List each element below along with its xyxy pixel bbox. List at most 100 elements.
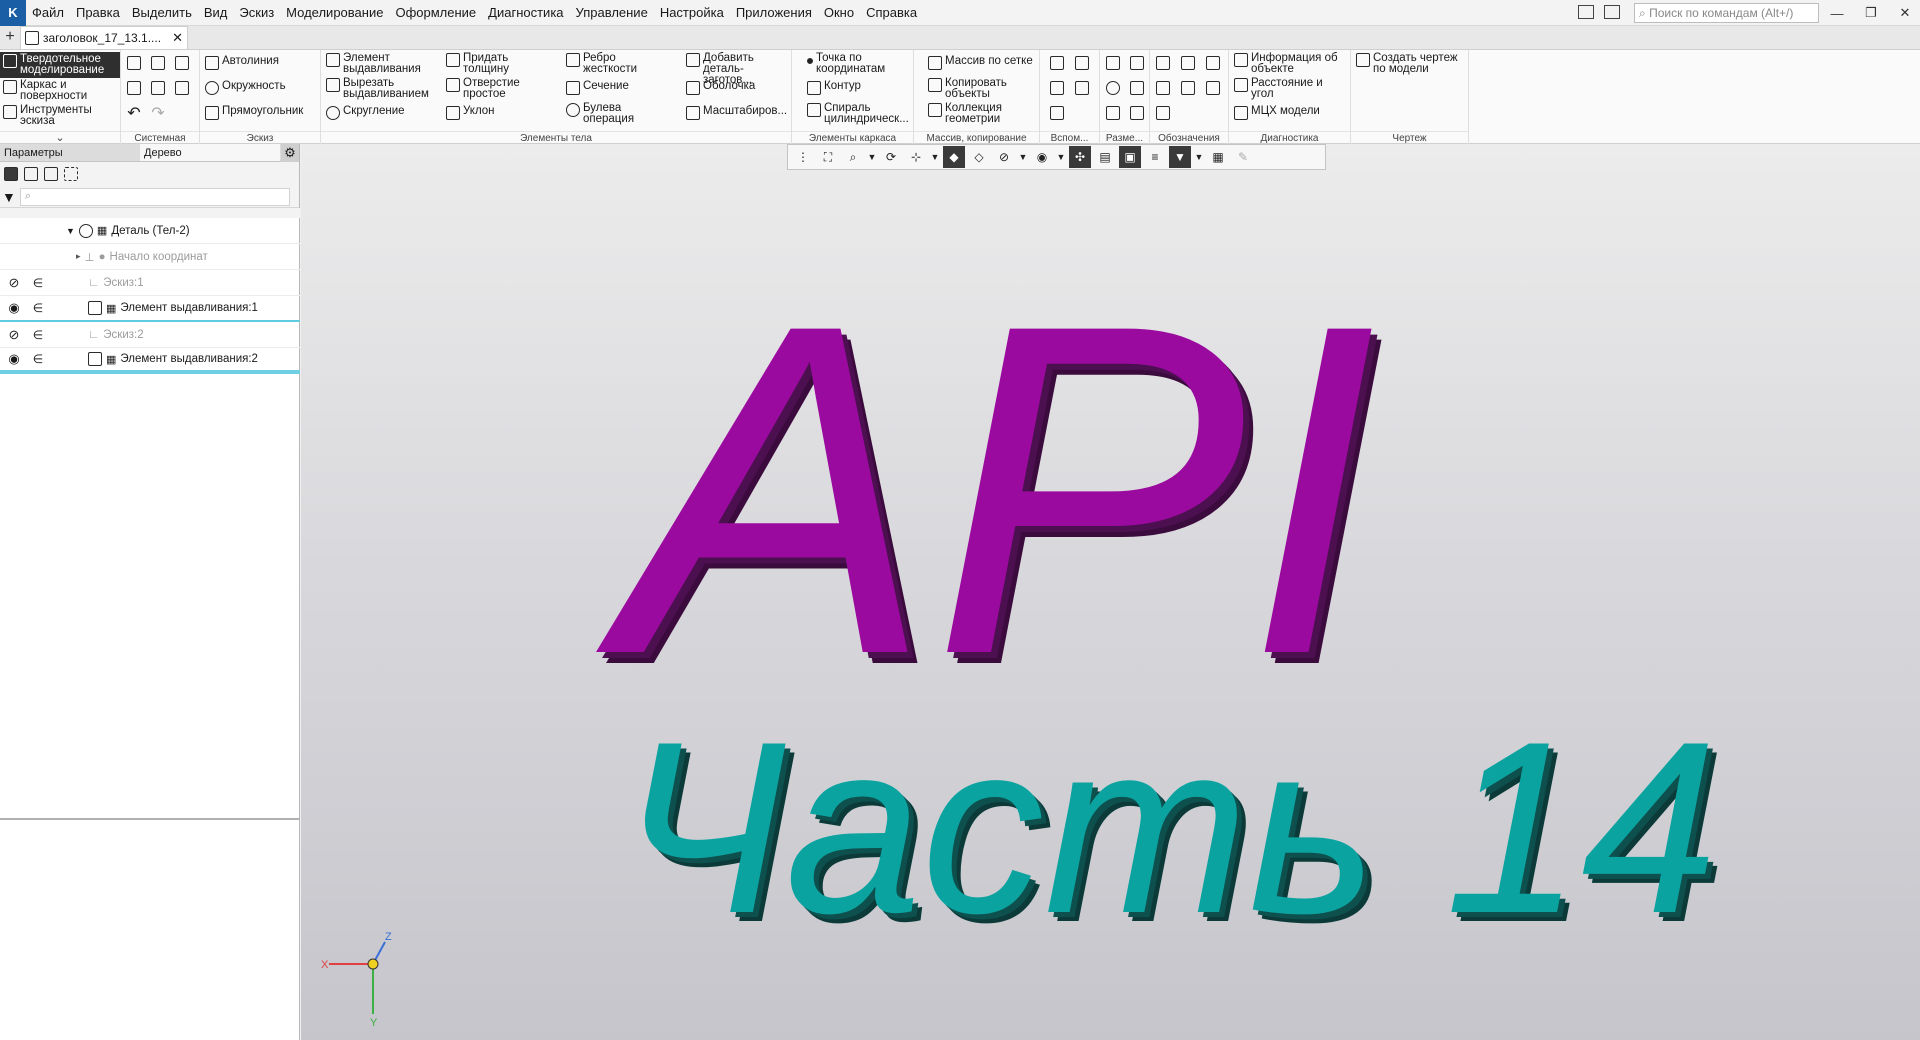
- grid-array-button[interactable]: Массив по сетке: [928, 55, 1033, 70]
- scale-button[interactable]: Масштабиров...: [686, 105, 787, 120]
- filter-icon[interactable]: ▼: [1169, 146, 1191, 168]
- filter-icon[interactable]: ▼: [2, 189, 16, 205]
- circle-button[interactable]: Окружность: [205, 80, 286, 95]
- angle-dim-icon[interactable]: [1128, 79, 1146, 97]
- tree-row-sketch1[interactable]: ⊘ ∈ ∟ Эскиз:1: [0, 270, 300, 296]
- create-drawing-button[interactable]: Создать чертеж по модели: [1356, 52, 1464, 75]
- menu-diagnostics[interactable]: Диагностика: [482, 0, 569, 26]
- tree-links-icon[interactable]: [44, 167, 58, 181]
- aux-point-icon[interactable]: [1048, 79, 1066, 97]
- hidden-eye-icon[interactable]: ⊘: [6, 275, 22, 291]
- cut-extrude-button[interactable]: Вырезать выдавливанием: [326, 77, 441, 100]
- tree-row-extrude1[interactable]: ◉ ∈ ▦ Элемент выдавливания:1: [0, 296, 300, 322]
- eye-icon[interactable]: ◉: [6, 351, 22, 367]
- aux-lcs-icon[interactable]: [1073, 79, 1091, 97]
- save-as-icon[interactable]: [173, 79, 191, 97]
- wireframe-icon[interactable]: ◇: [968, 146, 990, 168]
- point-by-coords-button[interactable]: Точка по координатам: [807, 52, 912, 75]
- display-icon[interactable]: ◉: [1031, 146, 1053, 168]
- draft-button[interactable]: Уклон: [446, 105, 495, 120]
- thicken-button[interactable]: Придать толщину: [446, 52, 536, 75]
- rectangle-button[interactable]: Прямоугольник: [205, 105, 303, 120]
- redo-icon[interactable]: ↷: [149, 104, 167, 122]
- dim-auto-icon[interactable]: [1104, 104, 1122, 122]
- menu-apps[interactable]: Приложения: [730, 0, 818, 26]
- zoom-icon[interactable]: ⌕: [842, 146, 864, 168]
- close-tab-icon[interactable]: ✕: [172, 30, 183, 46]
- 3d-viewport[interactable]: API API API Часть 14 Часть 14 Часть 14 X…: [301, 144, 1920, 1040]
- dim-break-icon[interactable]: [1128, 104, 1146, 122]
- fillet-button[interactable]: Скругление: [326, 105, 405, 120]
- extrude-button[interactable]: Элемент выдавливания: [326, 52, 436, 75]
- report-icon[interactable]: ▦: [1207, 146, 1229, 168]
- menu-design[interactable]: Оформление: [389, 0, 482, 26]
- command-search-input[interactable]: ⌕ Поиск по командам (Alt+/): [1634, 3, 1819, 23]
- menu-manage[interactable]: Управление: [570, 0, 654, 26]
- aux-line-icon[interactable]: [1048, 104, 1066, 122]
- diam-dim-icon[interactable]: [1104, 79, 1122, 97]
- snap-icon[interactable]: ✣: [1069, 146, 1091, 168]
- weld-icon[interactable]: [1204, 79, 1222, 97]
- menu-window[interactable]: Окно: [818, 0, 860, 26]
- collapse-icon[interactable]: ▸: [76, 251, 81, 262]
- minimize-button[interactable]: —: [1820, 0, 1854, 26]
- eye-icon[interactable]: ◉: [6, 300, 22, 316]
- helix-button[interactable]: Спираль цилиндрическ...: [807, 102, 915, 125]
- grip-icon[interactable]: ⋮: [792, 146, 814, 168]
- new-tab-button[interactable]: +: [0, 25, 20, 49]
- geometry-collection-button[interactable]: Коллекция геометрии: [928, 102, 1028, 125]
- radial-dim-icon[interactable]: [1128, 54, 1146, 72]
- mass-properties-button[interactable]: МЦХ модели: [1234, 105, 1320, 120]
- restore-button[interactable]: ❐: [1854, 0, 1888, 26]
- panel-splitter[interactable]: [0, 818, 300, 820]
- chevron-down-icon[interactable]: ▼: [1056, 146, 1066, 168]
- aux-plane-icon[interactable]: [1073, 54, 1091, 72]
- tree-row-part[interactable]: ▼ ▦ Деталь (Тел-2): [0, 218, 300, 244]
- chevron-down-icon[interactable]: ▼: [1194, 146, 1204, 168]
- save-icon[interactable]: [173, 54, 191, 72]
- chevron-down-icon[interactable]: ▼: [867, 146, 877, 168]
- gear-icon[interactable]: ⚙: [281, 144, 299, 162]
- tree-row-extrude2[interactable]: ◉ ∈ ▦ Элемент выдавливания:2: [0, 348, 300, 374]
- menu-file[interactable]: Файл: [26, 0, 70, 26]
- select-mode-icon[interactable]: ▣: [1119, 146, 1141, 168]
- rotate-icon[interactable]: ⟳: [880, 146, 902, 168]
- note-icon[interactable]: [1154, 104, 1172, 122]
- base-icon[interactable]: [1204, 54, 1222, 72]
- contour-button[interactable]: Контур: [807, 80, 861, 95]
- orientation-icon[interactable]: ⊹: [905, 146, 927, 168]
- preview-icon[interactable]: [149, 79, 167, 97]
- tab-tree[interactable]: Дерево: [140, 144, 280, 161]
- shell-button[interactable]: Оболочка: [686, 80, 755, 95]
- layers-icon[interactable]: ≡: [1144, 146, 1166, 168]
- open-file-icon[interactable]: [149, 54, 167, 72]
- modes-collapse-icon[interactable]: ⌄: [0, 131, 120, 144]
- mode-solid-modeling[interactable]: Твердотельное моделирование: [0, 52, 120, 78]
- close-button[interactable]: ✕: [1888, 0, 1920, 26]
- tree-select-icon[interactable]: [64, 167, 78, 181]
- undo-icon[interactable]: ↶: [125, 104, 143, 122]
- tolerance-icon[interactable]: [1154, 79, 1172, 97]
- distance-angle-button[interactable]: Расстояние и угол: [1234, 77, 1344, 100]
- tree-row-origin[interactable]: ▸ ⊥ ● Начало координат: [0, 244, 300, 270]
- menu-modeling[interactable]: Моделирование: [280, 0, 389, 26]
- linear-dim-icon[interactable]: [1104, 54, 1122, 72]
- autoline-button[interactable]: Автолиния: [205, 55, 279, 70]
- menu-select[interactable]: Выделить: [126, 0, 198, 26]
- print-icon[interactable]: [125, 79, 143, 97]
- expand-icon[interactable]: ▼: [66, 226, 75, 236]
- document-tab[interactable]: заголовок_17_13.1.... ✕: [20, 26, 188, 49]
- menu-settings[interactable]: Настройка: [654, 0, 730, 26]
- mode-wireframe-surfaces[interactable]: Каркас и поверхности: [0, 78, 120, 104]
- new-file-icon[interactable]: [125, 54, 143, 72]
- screen-toggle-icon[interactable]: [1604, 5, 1620, 19]
- object-info-button[interactable]: Информация об объекте: [1234, 52, 1352, 75]
- tree-filter-input[interactable]: ⌕: [19, 187, 290, 206]
- fit-all-icon[interactable]: ⛶: [817, 146, 839, 168]
- chevron-down-icon[interactable]: ▼: [1018, 146, 1028, 168]
- app-logo[interactable]: K: [0, 0, 26, 26]
- rib-button[interactable]: Ребро жесткости: [566, 52, 646, 75]
- boolean-button[interactable]: Булева операция: [566, 102, 646, 125]
- tree-history-icon[interactable]: [24, 167, 38, 181]
- menu-view[interactable]: Вид: [198, 0, 234, 26]
